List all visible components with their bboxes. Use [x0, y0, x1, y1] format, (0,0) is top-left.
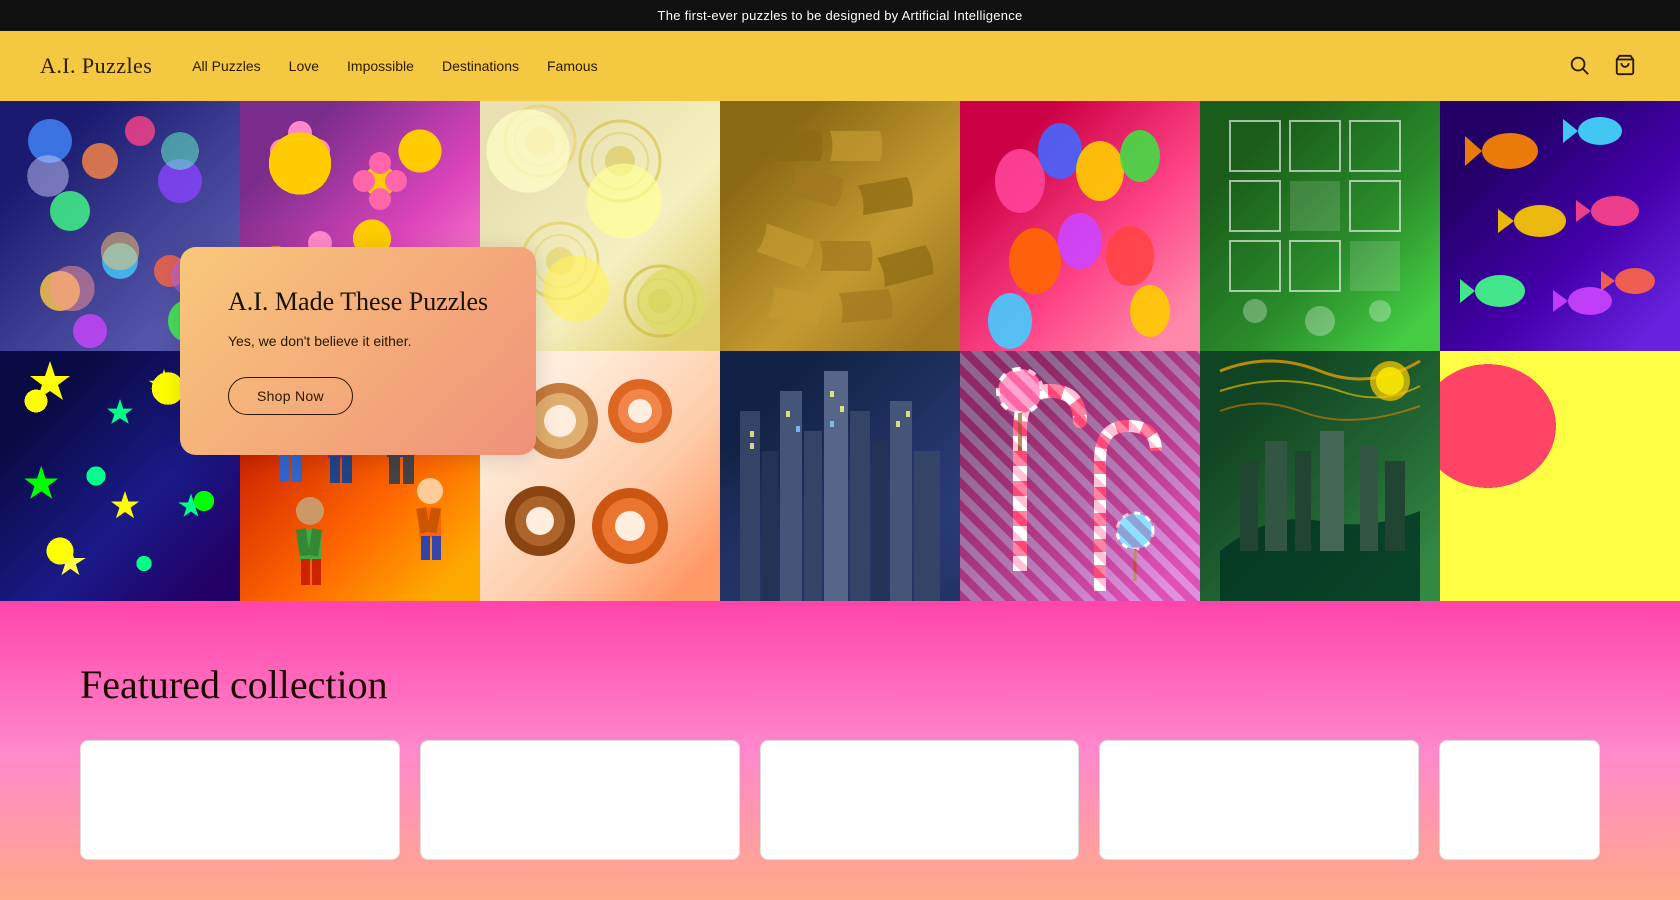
product-card-4[interactable] — [1099, 740, 1419, 860]
product-card-5[interactable] — [1439, 740, 1600, 860]
puzzle-cell-city — [720, 351, 960, 601]
featured-collection-title: Featured collection — [80, 661, 1600, 708]
search-icon — [1568, 64, 1590, 79]
puzzle-cell-balloons — [960, 101, 1200, 351]
cart-icon — [1614, 64, 1636, 79]
puzzle-cell-pieces — [720, 101, 960, 351]
hero-card: A.I. Made These Puzzles Yes, we don't be… — [180, 247, 536, 455]
search-button[interactable] — [1564, 50, 1594, 83]
product-card-3[interactable] — [760, 740, 1080, 860]
puzzle-cell-fish — [1440, 101, 1680, 351]
nav-impossible[interactable]: Impossible — [347, 58, 414, 74]
cart-button[interactable] — [1610, 50, 1640, 83]
puzzle-cell-watermelon — [1440, 351, 1680, 601]
puzzle-cell-painting — [1200, 351, 1440, 601]
nav-all-puzzles[interactable]: All Puzzles — [192, 58, 260, 74]
announcement-text: The first-ever puzzles to be designed by… — [658, 8, 1023, 23]
product-row — [80, 740, 1600, 860]
nav-love[interactable]: Love — [289, 58, 319, 74]
hero-subtitle: Yes, we don't believe it either. — [228, 333, 488, 349]
hero-title: A.I. Made These Puzzles — [228, 287, 488, 317]
product-card-1[interactable] — [80, 740, 400, 860]
header: A.I. Puzzles All Puzzles Love Impossible… — [0, 31, 1680, 101]
shop-now-button[interactable]: Shop Now — [228, 377, 353, 415]
puzzle-cell-candy — [960, 351, 1200, 601]
below-hero-section: Featured collection — [0, 601, 1680, 900]
puzzle-cell-white — [1200, 101, 1440, 351]
hero-section: A.I. Made These Puzzles Yes, we don't be… — [0, 101, 1680, 601]
main-nav: All Puzzles Love Impossible Destinations… — [192, 58, 1564, 74]
logo[interactable]: A.I. Puzzles — [40, 53, 152, 79]
nav-famous[interactable]: Famous — [547, 58, 598, 74]
nav-destinations[interactable]: Destinations — [442, 58, 519, 74]
product-card-2[interactable] — [420, 740, 740, 860]
header-icons — [1564, 50, 1640, 83]
announcement-bar: The first-ever puzzles to be designed by… — [0, 0, 1680, 31]
